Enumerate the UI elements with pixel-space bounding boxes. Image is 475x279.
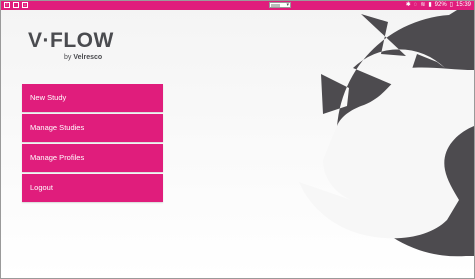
status-left-icons: ! ↓ (4, 2, 28, 8)
image-icon (13, 2, 19, 8)
signal-icon: ▮ (428, 2, 432, 8)
manage-profiles-button[interactable]: Manage Profiles (22, 144, 163, 172)
mute-icon: ◌ (413, 2, 418, 8)
logo-wordmark: V·FLOW (28, 29, 114, 52)
main-menu: New Study Manage Studies Manage Profiles… (22, 84, 163, 204)
logo-byline: by Velresco (64, 54, 102, 61)
dropdown-chip (271, 3, 280, 7)
chevron-down-icon: ▾ (286, 2, 289, 8)
logo-by: by (64, 54, 72, 61)
battery-icon: ▯ (449, 2, 453, 8)
battery-percent: 92% (434, 2, 447, 8)
logout-button[interactable]: Logout (22, 174, 163, 202)
vflow-logo: V·FLOW by Velresco (28, 29, 128, 69)
logo-company: Velresco (73, 54, 103, 61)
vflow-emblem (299, 10, 474, 257)
bluetooth-icon: ✱ (405, 2, 411, 8)
download-icon: ↓ (22, 2, 28, 8)
window-dropdown[interactable]: ▾ (269, 2, 291, 8)
new-study-button[interactable]: New Study (22, 84, 163, 112)
notification-icon: ! (4, 2, 10, 8)
clock: 15:39 (455, 2, 471, 8)
wifi-icon: ≋ (420, 2, 426, 8)
status-right: ✱ ◌ ≋ ▮ 92% ▯ 15:39 (406, 1, 471, 10)
status-bar: ! ↓ ▾ ✱ ◌ ≋ ▮ 92% ▯ 15:39 (1, 1, 474, 10)
app-window: ! ↓ ▾ ✱ ◌ ≋ ▮ 92% ▯ 15:39 V·FLOW by Velr… (0, 0, 475, 279)
manage-studies-button[interactable]: Manage Studies (22, 114, 163, 142)
